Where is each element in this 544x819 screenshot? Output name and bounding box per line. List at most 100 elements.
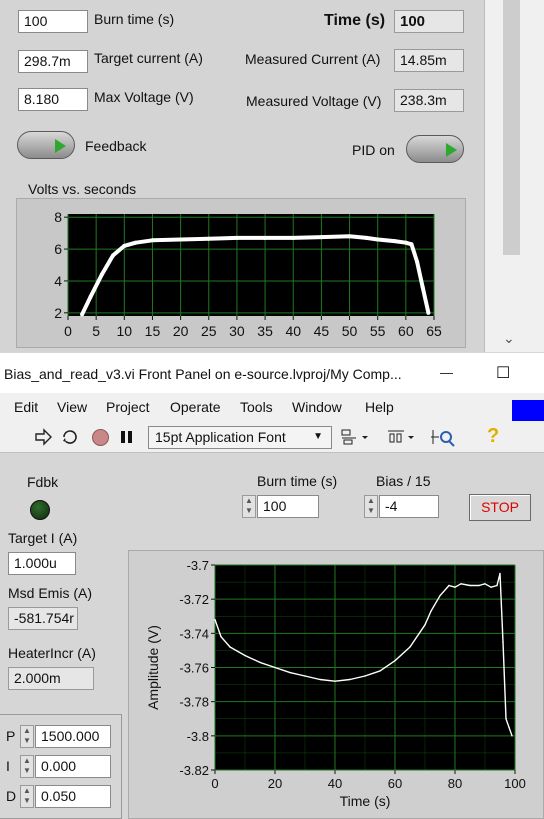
- distribute-objects-icon[interactable]: [386, 428, 416, 446]
- spin-down-icon[interactable]: ▼: [21, 766, 33, 776]
- window-titlebar: Bias_and_read_v3.vi Front Panel on e-sou…: [0, 353, 544, 393]
- run-continuously-icon[interactable]: [60, 427, 80, 447]
- volts-vs-seconds-chart: 0 5 10 15 20 25 30 35 40 45 50 55 60 65 2 4 6 8: [54, 209, 442, 339]
- data-point: [409, 646, 411, 648]
- bias-control[interactable]: -4: [379, 495, 439, 518]
- burn-time-control[interactable]: 100: [18, 10, 88, 33]
- max-voltage-control[interactable]: 8.180: [18, 88, 88, 111]
- spin-up-icon[interactable]: ▲: [243, 496, 255, 506]
- menu-view[interactable]: View: [57, 399, 87, 415]
- scrollbar-thumb[interactable]: [503, 0, 520, 255]
- i-control[interactable]: 0.000: [35, 755, 111, 778]
- data-point: [505, 718, 507, 720]
- minimize-button[interactable]: —: [440, 365, 453, 380]
- data-point: [334, 680, 336, 682]
- data-point: [206, 236, 211, 241]
- data-point: [415, 259, 420, 264]
- menu-operate[interactable]: Operate: [170, 399, 221, 415]
- d-label: D: [6, 788, 17, 804]
- data-point: [347, 234, 352, 239]
- data-point: [319, 235, 324, 240]
- menu-edit[interactable]: Edit: [14, 399, 38, 415]
- spin-up-icon[interactable]: ▲: [21, 726, 33, 736]
- i-spinner[interactable]: ▲ ▼: [20, 755, 34, 778]
- heater-incr-indicator: 2.000m: [8, 667, 94, 690]
- p-label: P: [6, 728, 16, 744]
- menu-window[interactable]: Window: [292, 399, 342, 415]
- scroll-down-icon[interactable]: ⌄: [503, 330, 515, 347]
- abort-icon[interactable]: [91, 428, 110, 447]
- spin-up-icon[interactable]: ▲: [365, 496, 377, 506]
- data-point: [133, 240, 138, 245]
- maximize-button[interactable]: ☐: [496, 363, 510, 383]
- vertical-scrollbar[interactable]: ⌄: [484, 0, 544, 352]
- menu-tools[interactable]: Tools: [240, 399, 273, 415]
- d-control[interactable]: 0.050: [35, 785, 111, 808]
- burn-time-label-2: Burn time (s): [257, 473, 338, 489]
- spin-up-icon[interactable]: ▲: [21, 756, 33, 766]
- play-arrow-icon: [55, 139, 66, 153]
- feedback-toggle[interactable]: [17, 131, 75, 159]
- x-tick-label: 45: [314, 323, 330, 339]
- font-select[interactable]: 15pt Application Font ▼: [148, 426, 332, 449]
- data-point: [484, 583, 486, 585]
- measured-voltage-label: Measured Voltage (V): [246, 93, 382, 109]
- font-select-value: 15pt Application Font: [155, 429, 286, 445]
- data-point: [379, 670, 381, 672]
- data-point: [508, 726, 510, 728]
- heater-incr-label: HeaterIncr (A): [8, 645, 96, 661]
- data-point: [274, 666, 276, 669]
- y-tick-label: -3.7: [187, 558, 209, 573]
- spin-up-icon[interactable]: ▲: [21, 786, 33, 796]
- target-i-control[interactable]: 1.000u: [8, 552, 76, 575]
- burn-time-control-2[interactable]: 100: [257, 495, 319, 518]
- x-tick-label: 0: [211, 776, 218, 791]
- msd-emis-label: Msd Emis (A): [8, 585, 92, 601]
- data-point: [122, 243, 127, 248]
- p-control[interactable]: 1500.000: [35, 725, 111, 748]
- target-current-control[interactable]: 298.7m: [18, 50, 88, 73]
- data-point: [454, 586, 456, 588]
- data-point: [88, 294, 93, 299]
- menu-project[interactable]: Project: [106, 399, 150, 415]
- help-icon[interactable]: ?: [487, 425, 499, 448]
- run-arrow-icon[interactable]: [34, 428, 52, 446]
- x-tick-label: 80: [448, 776, 462, 791]
- data-point: [220, 636, 222, 638]
- max-voltage-label: Max Voltage (V): [94, 89, 194, 105]
- pause-icon[interactable]: [119, 429, 135, 445]
- data-point: [490, 586, 492, 588]
- window-title: Bias_and_read_v3.vi Front Panel on e-sou…: [4, 366, 402, 382]
- resize-search-icon[interactable]: [430, 427, 456, 447]
- feedback-label: Feedback: [85, 138, 147, 154]
- x-tick-label: 100: [504, 776, 526, 791]
- data-point: [99, 272, 104, 277]
- p-spinner[interactable]: ▲ ▼: [20, 725, 34, 748]
- d-spinner[interactable]: ▲ ▼: [20, 785, 34, 808]
- bias-label: Bias / 15: [376, 473, 431, 489]
- x-tick-label: 60: [398, 323, 414, 339]
- spin-down-icon[interactable]: ▼: [365, 506, 377, 516]
- msd-emis-indicator: -581.754r: [8, 607, 78, 630]
- menu-help[interactable]: Help: [365, 399, 394, 415]
- data-point: [178, 237, 183, 242]
- spin-down-icon[interactable]: ▼: [243, 506, 255, 516]
- data-point: [229, 646, 231, 648]
- burn-time-spinner[interactable]: ▲ ▼: [242, 495, 256, 518]
- data-point: [304, 675, 306, 677]
- y-tick-label: -3.82: [179, 763, 209, 778]
- data-point: [403, 240, 408, 245]
- data-point: [244, 654, 246, 657]
- data-point: [259, 661, 261, 664]
- data-point: [392, 239, 397, 244]
- pid-toggle[interactable]: [406, 135, 464, 163]
- spin-down-icon[interactable]: ▼: [21, 796, 33, 806]
- align-objects-icon[interactable]: [340, 428, 370, 446]
- x-tick-label: 5: [92, 323, 100, 339]
- burn-time-label: Burn time (s): [94, 11, 175, 27]
- spin-down-icon[interactable]: ▼: [21, 736, 33, 746]
- data-point: [511, 735, 513, 737]
- bias-spinner[interactable]: ▲ ▼: [364, 495, 378, 518]
- stop-button[interactable]: STOP: [469, 494, 531, 521]
- play-arrow-icon: [446, 143, 457, 157]
